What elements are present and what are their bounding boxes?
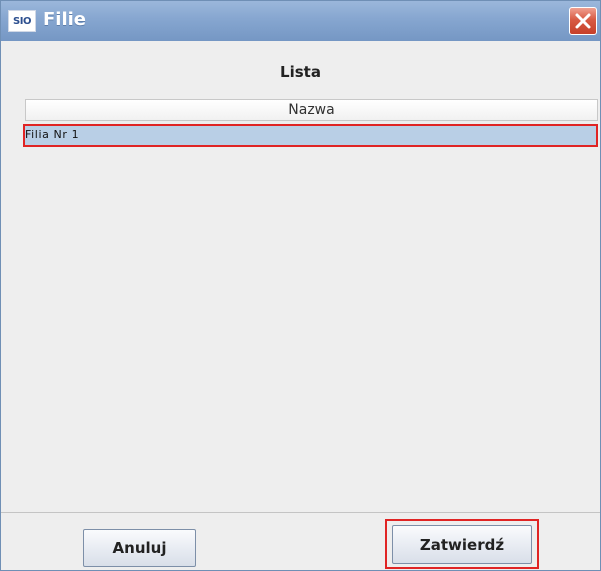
app-icon: SIO [8, 10, 36, 32]
cancel-button[interactable]: Anuluj [83, 529, 196, 567]
filie-dialog: SIO Filie Lista Nazwa Filia Nr 1 Anuluj … [0, 0, 601, 571]
confirm-button[interactable]: Zatwierdź [392, 525, 532, 564]
filie-table[interactable]: Nazwa Filia Nr 1 [21, 97, 600, 509]
footer-divider [1, 512, 600, 513]
table-cell-nazwa: Filia Nr 1 [25, 128, 80, 141]
app-icon-label: SIO [13, 15, 31, 27]
panel-title: Lista [280, 63, 321, 81]
column-header-nazwa[interactable]: Nazwa [25, 99, 598, 121]
close-button[interactable] [569, 7, 597, 35]
window-title: Filie [43, 9, 87, 30]
title-bar[interactable]: SIO Filie [1, 1, 600, 41]
close-icon [575, 13, 591, 29]
table-row[interactable]: Filia Nr 1 [23, 124, 598, 147]
